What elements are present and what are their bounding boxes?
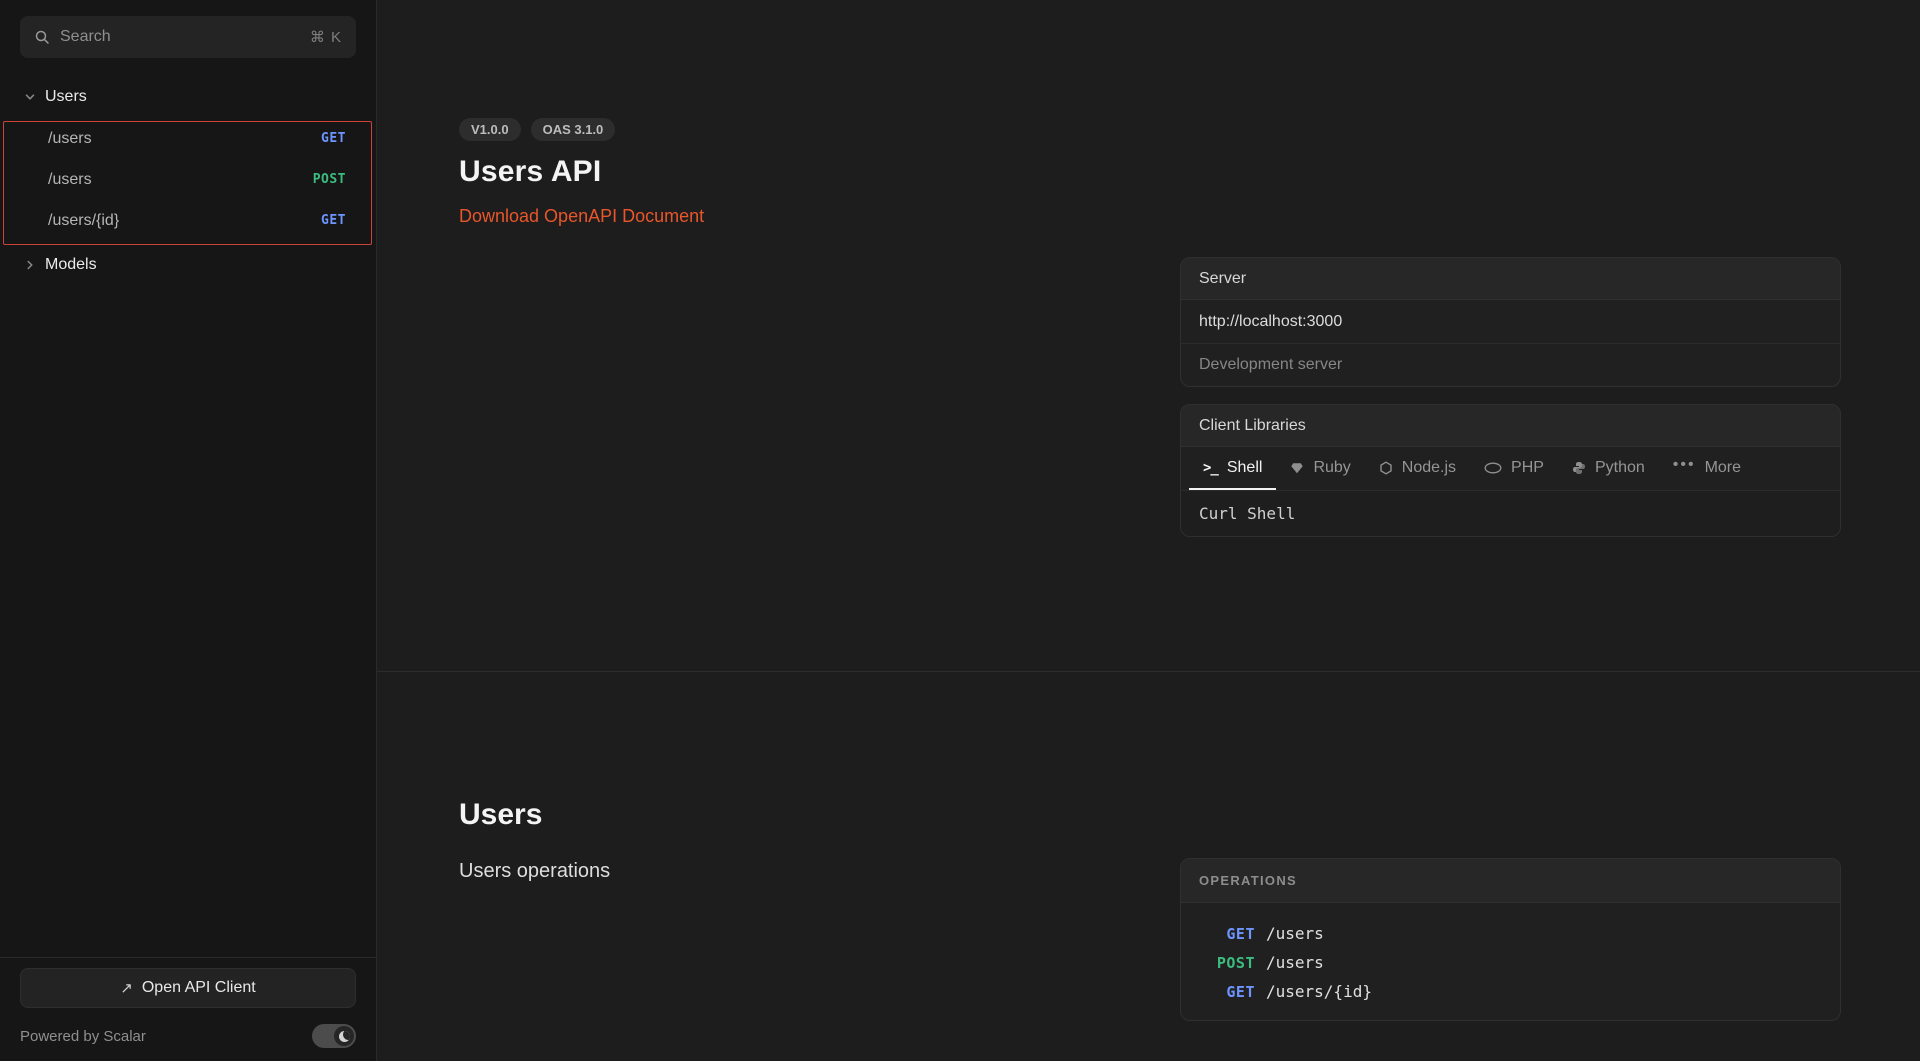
sidebar: Search ⌘ K Users /users GET /users POST … bbox=[0, 0, 377, 1061]
page-title: Users API bbox=[459, 155, 704, 189]
search-input[interactable]: Search ⌘ K bbox=[20, 16, 356, 58]
theme-toggle[interactable] bbox=[312, 1024, 356, 1048]
endpoint-path: /users bbox=[48, 130, 92, 148]
open-api-client-label: Open API Client bbox=[142, 979, 256, 997]
ruby-gem-icon bbox=[1290, 461, 1304, 475]
tab-label: More bbox=[1705, 459, 1741, 477]
method-badge: POST bbox=[313, 172, 346, 187]
powered-by-scalar-link[interactable]: Powered by Scalar bbox=[20, 1028, 146, 1045]
moon-icon bbox=[339, 1031, 350, 1042]
main-content: V1.0.0 OAS 3.1.0 Users API Download Open… bbox=[377, 0, 1920, 1061]
client-libraries-card: Client Libraries >_ Shell Ruby Node.js bbox=[1180, 404, 1841, 537]
version-badge: V1.0.0 bbox=[459, 118, 521, 141]
server-description: Development server bbox=[1181, 344, 1840, 386]
users-section-title: Users bbox=[459, 798, 542, 832]
chevron-down-icon bbox=[24, 91, 36, 103]
operation-method: GET bbox=[1199, 925, 1255, 943]
tab-label: Shell bbox=[1227, 459, 1263, 477]
endpoint-path: /users/{id} bbox=[48, 212, 119, 230]
chevron-right-icon bbox=[24, 259, 36, 271]
endpoint-path: /users bbox=[48, 171, 92, 189]
sidebar-endpoint-users-id-get[interactable]: /users/{id} GET bbox=[0, 200, 376, 241]
operation-path: /users bbox=[1266, 953, 1324, 972]
users-section-description: Users operations bbox=[459, 860, 610, 883]
tab-label: Node.js bbox=[1402, 459, 1456, 477]
tab-label: Python bbox=[1595, 459, 1645, 477]
code-snippet[interactable]: Curl Shell bbox=[1181, 491, 1840, 536]
php-icon bbox=[1484, 462, 1502, 474]
sidebar-footer: ↗ Open API Client Powered by Scalar bbox=[0, 957, 376, 1061]
method-badge: GET bbox=[321, 131, 346, 146]
open-api-client-button[interactable]: ↗ Open API Client bbox=[20, 968, 356, 1008]
search-shortcut: ⌘ K bbox=[310, 28, 342, 46]
theme-toggle-knob bbox=[334, 1026, 354, 1046]
server-card: Server http://localhost:3000 Development… bbox=[1180, 257, 1841, 387]
nodejs-hexagon-icon bbox=[1379, 461, 1393, 475]
section-label: Users bbox=[45, 88, 87, 106]
tab-shell[interactable]: >_ Shell bbox=[1189, 447, 1276, 490]
sidebar-endpoint-users-post[interactable]: /users POST bbox=[0, 159, 376, 200]
sidebar-nav: Users /users GET /users POST /users/{id}… bbox=[0, 78, 376, 284]
python-icon bbox=[1572, 461, 1586, 475]
tab-php[interactable]: PHP bbox=[1470, 447, 1558, 490]
tab-ruby[interactable]: Ruby bbox=[1276, 447, 1364, 490]
sidebar-endpoint-list: /users GET /users POST /users/{id} GET bbox=[0, 118, 376, 241]
client-libraries-title: Client Libraries bbox=[1181, 405, 1840, 447]
operation-link-post-users[interactable]: POST /users bbox=[1199, 948, 1822, 977]
sidebar-section-models[interactable]: Models bbox=[0, 246, 376, 284]
operation-method: GET bbox=[1199, 983, 1255, 1001]
tab-more[interactable]: ••• More bbox=[1659, 447, 1755, 490]
operation-path: /users bbox=[1266, 924, 1324, 943]
operation-link-get-users-id[interactable]: GET /users/{id} bbox=[1199, 977, 1822, 1006]
tab-label: Ruby bbox=[1313, 459, 1350, 477]
method-badge: GET bbox=[321, 213, 346, 228]
operations-card-title: OPERATIONS bbox=[1181, 859, 1840, 903]
sidebar-section-users[interactable]: Users bbox=[0, 78, 376, 116]
download-openapi-link[interactable]: Download OpenAPI Document bbox=[459, 206, 704, 227]
operation-path: /users/{id} bbox=[1266, 982, 1372, 1001]
api-intro: V1.0.0 OAS 3.1.0 Users API Download Open… bbox=[459, 118, 704, 227]
operation-link-get-users[interactable]: GET /users bbox=[1199, 919, 1822, 948]
server-card-title: Server bbox=[1181, 258, 1840, 300]
operations-card: OPERATIONS GET /users POST /users GET /u… bbox=[1180, 858, 1841, 1021]
sidebar-endpoint-users-get[interactable]: /users GET bbox=[0, 118, 376, 159]
server-url[interactable]: http://localhost:3000 bbox=[1181, 300, 1840, 344]
operation-method: POST bbox=[1199, 954, 1255, 972]
terminal-icon: >_ bbox=[1203, 460, 1218, 476]
oas-badge: OAS 3.1.0 bbox=[531, 118, 616, 141]
search-placeholder: Search bbox=[60, 28, 300, 46]
section-label: Models bbox=[45, 256, 97, 274]
tab-label: PHP bbox=[1511, 459, 1544, 477]
client-library-tabs: >_ Shell Ruby Node.js PHP bbox=[1181, 447, 1840, 491]
operations-list: GET /users POST /users GET /users/{id} bbox=[1181, 903, 1840, 1020]
external-arrow-icon: ↗ bbox=[120, 979, 133, 997]
search-icon bbox=[34, 29, 50, 45]
tab-nodejs[interactable]: Node.js bbox=[1365, 447, 1470, 490]
tab-python[interactable]: Python bbox=[1558, 447, 1659, 490]
section-divider bbox=[377, 671, 1920, 672]
